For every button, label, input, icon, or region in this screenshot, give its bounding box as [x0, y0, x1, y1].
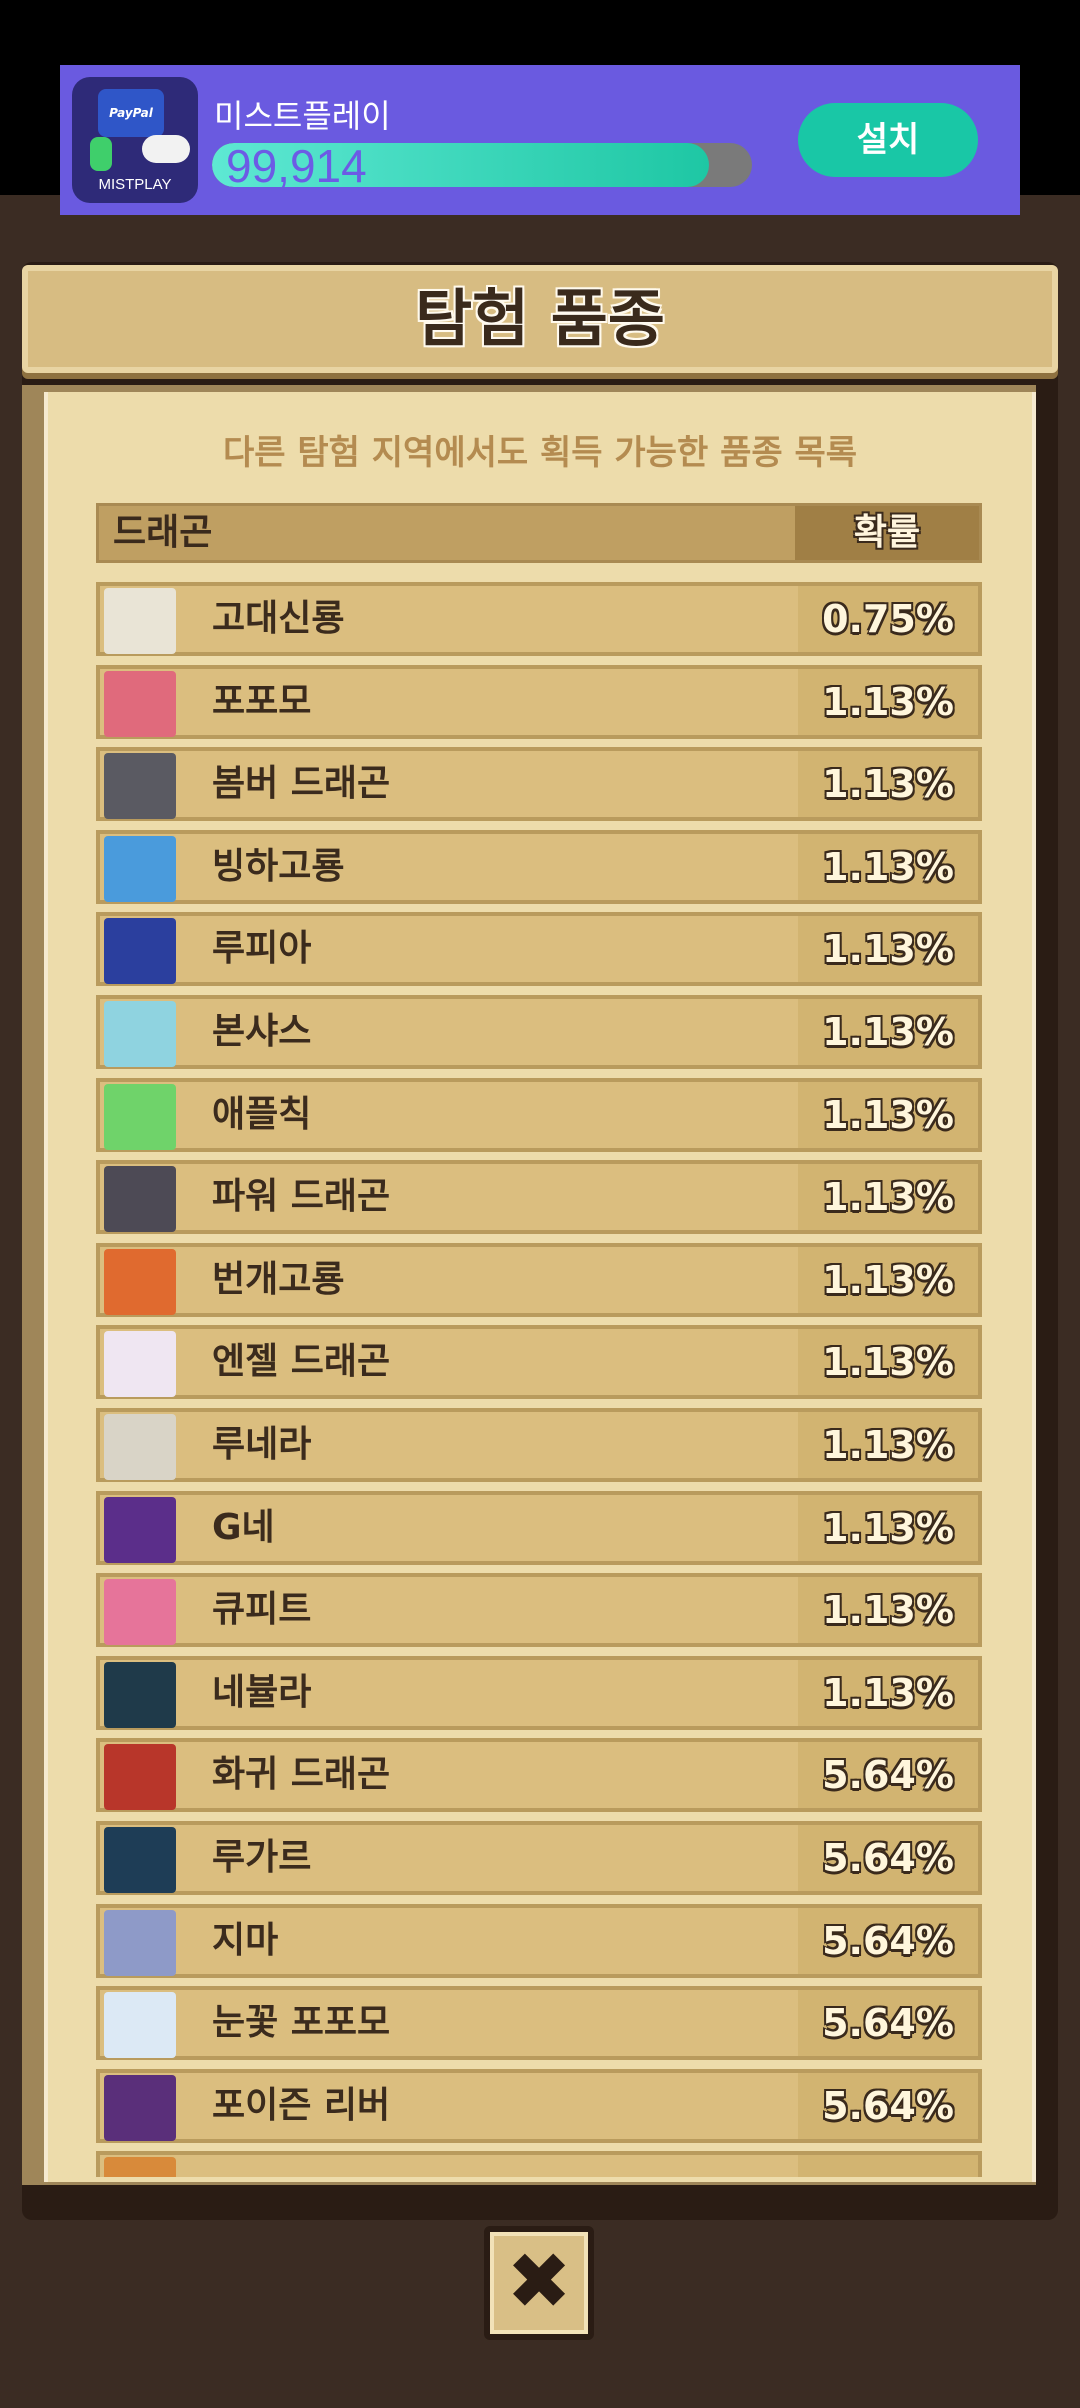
dragon-probability: 1.13% — [822, 1340, 954, 1385]
dragon-name: 애플칙 — [212, 1093, 312, 1135]
lunera-icon — [104, 1414, 176, 1480]
dragon-name: 눈꽃 포포모 — [212, 2002, 391, 2044]
column-header-dragon: 드래곤 — [113, 512, 213, 553]
dragon-name: 루가르 — [212, 1837, 312, 1878]
lupia-icon — [104, 918, 176, 985]
dragon-probability: 1.13% — [822, 1257, 954, 1302]
list-item[interactable]: 엔젤 드래곤 1.13% — [96, 1325, 982, 1400]
ad-banner[interactable]: PayPal MISTPLAY 미스트플레이 99,914 설치 — [60, 65, 1020, 215]
jima-icon — [104, 1909, 176, 1976]
dragon-name: 파워 드래곤 — [212, 1176, 391, 1218]
list-item[interactable]: 파워 드래곤 1.13% — [96, 1160, 982, 1235]
poison-river-icon — [104, 2074, 176, 2141]
power-dragon-icon — [104, 1166, 176, 1233]
dragon-probability: 5.64% — [822, 1836, 954, 1880]
dragon-list[interactable]: 고대신룡 0.75% 포포모 1.13% 봄버 드래곤 1.13% 빙하고룡 1.13% 루피아… — [96, 582, 982, 2177]
list-item[interactable]: 본샤스 1.13% — [96, 995, 982, 1069]
dragon-name: 루네라 — [212, 1424, 312, 1465]
dragon-probability: 1.13% — [822, 1010, 954, 1054]
mascot-icon — [90, 137, 112, 171]
thunder-dragon-icon — [104, 1248, 176, 1315]
list-item[interactable]: 포이즌 리버 5.64% — [96, 2068, 982, 2143]
applechick-icon — [104, 1083, 176, 1150]
dragon-probability: 1.13% — [822, 1175, 954, 1220]
dragon-probability: 1.13% — [822, 1092, 954, 1137]
list-item[interactable]: 빙하고룡 1.13% — [96, 829, 982, 904]
list-item[interactable]: 고대신룡 0.75% — [96, 582, 982, 656]
install-button[interactable]: 설치 — [798, 103, 978, 177]
dragon-name: 포포모 — [212, 680, 312, 722]
dragon-probability: 5.64% — [822, 2001, 954, 2046]
dragon-probability: 5.64% — [822, 1918, 954, 1963]
bomber-dragon-icon — [104, 753, 176, 820]
close-button[interactable]: ✖ — [484, 2226, 594, 2340]
popomo-icon — [104, 670, 176, 737]
dragon-probability: 5.64% — [822, 1753, 954, 1798]
dragon-probability: 1.13% — [822, 762, 954, 807]
cupid-icon — [104, 1579, 176, 1646]
list-item[interactable]: G네 1.13% — [96, 1490, 982, 1565]
dragon-probability: 1.13% — [822, 927, 954, 972]
ancient-dragon-icon — [104, 588, 176, 654]
ad-app-name: 미스트플레이 — [214, 97, 391, 135]
list-item[interactable]: 봄버 드래곤 1.13% — [96, 747, 982, 822]
glacier-dragon-icon — [104, 835, 176, 902]
list-item[interactable] — [96, 2151, 982, 2177]
dragon-probability: 0.75% — [822, 597, 954, 641]
dragon-name: G네 — [212, 1506, 275, 1548]
list-item[interactable]: 번개고룡 1.13% — [96, 1242, 982, 1317]
mistplay-brand: MISTPLAY — [98, 176, 172, 193]
table-header: 드래곤 확률 — [96, 503, 982, 563]
dragon-name: 엔젤 드래곤 — [212, 1341, 391, 1383]
dragon-name: 화귀 드래곤 — [212, 1754, 391, 1796]
dialog-subtitle: 다른 탐험 지역에서도 획득 가능한 품종 목록 — [222, 433, 858, 473]
dragon-name: 포이즌 리버 — [212, 2084, 391, 2126]
list-item[interactable]: 큐피트 1.13% — [96, 1573, 982, 1648]
dragon-name: 고대신룡 — [212, 598, 345, 639]
partial-dragon-icon — [104, 2157, 176, 2177]
close-icon: ✖ — [506, 2237, 572, 2327]
list-item[interactable]: 루가르 5.64% — [96, 1821, 982, 1895]
dragon-name: 번개고룡 — [212, 1258, 345, 1300]
dragon-name: 지마 — [212, 1919, 279, 1961]
dialog-title: 탐험 품종 — [415, 282, 665, 355]
dragon-name: 봄버 드래곤 — [212, 763, 391, 805]
dragon-probability: 1.13% — [822, 679, 954, 724]
list-item[interactable]: 눈꽃 포포모 5.64% — [96, 1986, 982, 2061]
dragon-name: 본샤스 — [212, 1011, 312, 1052]
list-item[interactable]: 네뷸라 1.13% — [96, 1655, 982, 1730]
dragon-name: 루피아 — [212, 928, 312, 970]
dragon-probability: 1.13% — [822, 1670, 954, 1715]
snowflake-popomo-icon — [104, 1992, 176, 2059]
dragon-probability: 5.64% — [822, 2083, 954, 2128]
probability-cell — [798, 2155, 978, 2177]
fire-demon-dragon-icon — [104, 1744, 176, 1811]
paypal-logo-icon: PayPal — [98, 89, 164, 137]
dragon-probability: 1.13% — [822, 1588, 954, 1633]
dragon-name: 네뷸라 — [212, 1671, 312, 1713]
angel-dragon-icon — [104, 1331, 176, 1398]
dialog-title-bar: 탐험 품종 — [22, 265, 1058, 373]
mistplay-app-icon: PayPal MISTPLAY — [72, 77, 198, 203]
list-item[interactable]: 포포모 1.13% — [96, 664, 982, 739]
dragon-probability: 1.13% — [822, 1505, 954, 1550]
lugar-icon — [104, 1827, 176, 1893]
list-item[interactable]: 화귀 드래곤 5.64% — [96, 1738, 982, 1813]
gamepad-icon — [142, 135, 190, 163]
dragon-name: 큐피트 — [212, 1589, 312, 1631]
ad-progress-value: 99,914 — [226, 143, 367, 187]
column-header-probability: 확률 — [795, 506, 979, 560]
dragon-probability: 1.13% — [822, 844, 954, 889]
list-item[interactable]: 루네라 1.13% — [96, 1408, 982, 1482]
list-item[interactable]: 루피아 1.13% — [96, 912, 982, 987]
ad-progress-bar: 99,914 — [212, 143, 752, 187]
bonshas-icon — [104, 1001, 176, 1067]
list-item[interactable]: 지마 5.64% — [96, 1903, 982, 1978]
dragon-name: 빙하고룡 — [212, 845, 345, 887]
list-item[interactable]: 애플칙 1.13% — [96, 1077, 982, 1152]
dragon-probability: 1.13% — [822, 1423, 954, 1467]
gne-icon — [104, 1496, 176, 1563]
nebula-icon — [104, 1661, 176, 1728]
